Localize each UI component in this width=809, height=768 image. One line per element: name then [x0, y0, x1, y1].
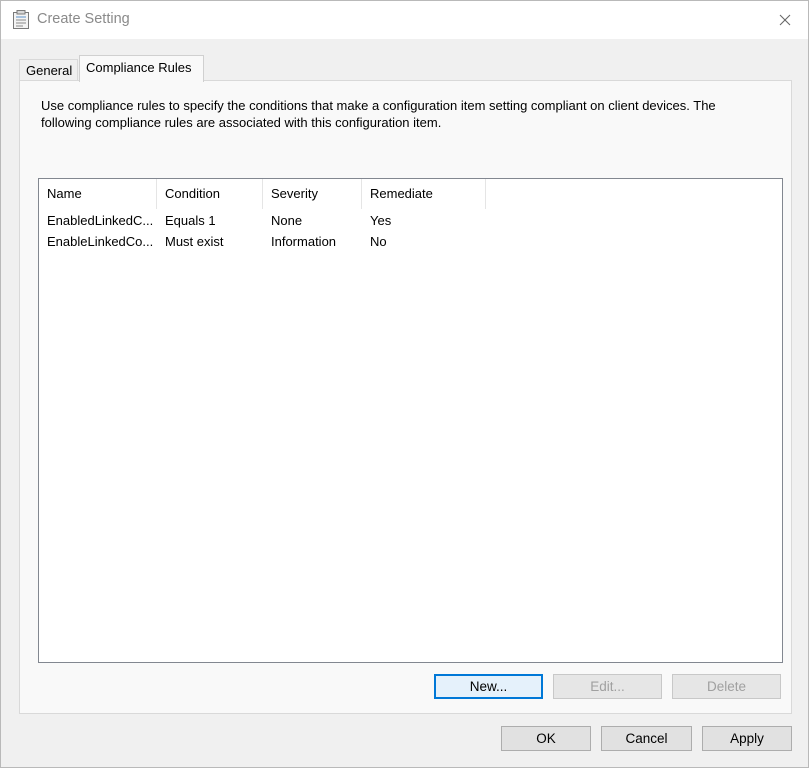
delete-rule-button[interactable]: Delete — [672, 674, 781, 699]
table-row[interactable]: EnabledLinkedC... Equals 1 None Yes — [39, 210, 782, 231]
title-bar: Create Setting — [1, 1, 808, 39]
column-header-remediate[interactable]: Remediate — [362, 179, 486, 209]
cell-condition: Must exist — [165, 234, 224, 249]
compliance-description: Use compliance rules to specify the cond… — [41, 98, 716, 130]
cell-remediate: Yes — [370, 213, 392, 228]
list-header: Name Condition Severity Remediate — [39, 179, 782, 209]
cancel-button[interactable]: Cancel — [601, 726, 692, 751]
create-setting-dialog: Create Setting General Compliance Rules … — [0, 0, 809, 768]
cell-name: EnabledLinkedC... — [47, 213, 154, 228]
properties-icon — [13, 10, 29, 29]
cell-condition: Equals 1 — [165, 213, 216, 228]
cell-name: EnableLinkedCo... — [47, 234, 154, 249]
ok-button[interactable]: OK — [501, 726, 591, 751]
close-icon — [779, 14, 791, 26]
column-header-severity[interactable]: Severity — [263, 179, 362, 209]
tab-general[interactable]: General — [19, 59, 78, 81]
cell-severity: None — [271, 213, 303, 228]
close-button[interactable] — [762, 1, 808, 39]
cell-severity: Information — [271, 234, 337, 249]
compliance-rules-panel: Use compliance rules to specify the cond… — [19, 80, 792, 714]
window-title: Create Setting — [37, 11, 130, 27]
cell-remediate: No — [370, 234, 387, 249]
new-rule-button[interactable]: New... — [434, 674, 543, 699]
apply-button[interactable]: Apply — [702, 726, 792, 751]
tab-compliance-rules[interactable]: Compliance Rules — [79, 55, 204, 82]
column-header-condition[interactable]: Condition — [157, 179, 263, 209]
compliance-rules-list[interactable]: Name Condition Severity Remediate Enable… — [38, 178, 783, 663]
edit-rule-button[interactable]: Edit... — [553, 674, 662, 699]
table-row[interactable]: EnableLinkedCo... Must exist Information… — [39, 231, 782, 252]
column-header-name[interactable]: Name — [39, 179, 157, 209]
